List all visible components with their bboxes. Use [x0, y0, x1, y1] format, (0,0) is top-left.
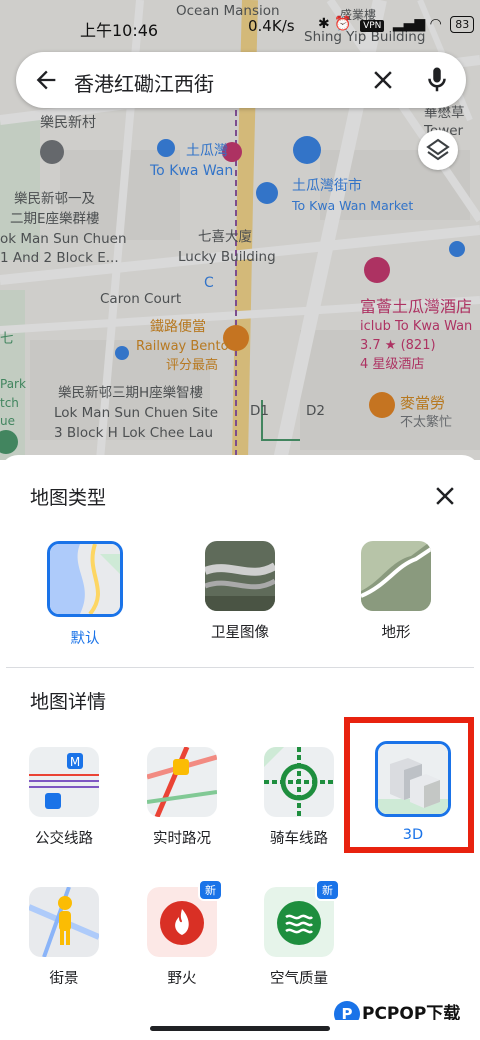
clear-icon[interactable] — [368, 65, 398, 95]
detail-traffic[interactable]: 实时路况 — [142, 747, 222, 848]
home-indicator[interactable] — [150, 1026, 330, 1031]
detail-street-view[interactable]: 街景 — [24, 887, 104, 988]
terrain-map-thumbnail — [361, 541, 431, 611]
detail-label: 公交线路 — [35, 831, 93, 847]
back-arrow-icon[interactable] — [32, 66, 60, 94]
detail-label: 野火 — [167, 971, 197, 987]
section-divider — [6, 667, 474, 668]
svg-text:M: M — [70, 755, 80, 769]
map-type-default[interactable]: 默认 — [45, 541, 125, 648]
layers-button[interactable] — [418, 130, 458, 170]
detail-label: 空气质量 — [270, 971, 328, 987]
wifi-icon: ◠ — [429, 16, 442, 32]
navigation-bar — [0, 1020, 480, 1040]
traffic-thumbnail — [147, 747, 217, 817]
status-icons: ✱ ⏰ VPN ▂▄▆ ◠ 83 — [318, 16, 475, 33]
map-type-terrain[interactable]: 地形 — [356, 541, 436, 642]
signal-icon: ▂▄▆ — [392, 16, 426, 32]
wildfire-thumbnail: 新 — [147, 879, 223, 957]
detail-label: 街景 — [49, 971, 79, 987]
status-time: 上午10:46 — [80, 21, 159, 40]
status-bar: 上午10:46 0.4K/s ✱ ⏰ VPN ▂▄▆ ◠ 83 — [0, 0, 480, 52]
map-type-label: 默认 — [70, 631, 100, 647]
satellite-map-thumbnail — [205, 541, 275, 611]
microphone-icon[interactable] — [422, 65, 452, 95]
new-badge: 新 — [315, 879, 340, 901]
detail-biking[interactable]: 骑车线路 — [259, 747, 339, 848]
map-type-label: 地形 — [381, 625, 411, 641]
layers-icon — [426, 138, 450, 161]
search-bar[interactable]: 香港红磡江西街 — [16, 52, 466, 108]
detail-label: 骑车线路 — [270, 831, 328, 847]
alarm-icon: ⏰ — [334, 16, 352, 32]
battery-icon: 83 — [450, 16, 475, 33]
search-query[interactable]: 香港红磡江西街 — [74, 68, 214, 97]
biking-thumbnail — [264, 747, 334, 817]
status-net-speed: 0.4K/s — [248, 17, 295, 35]
close-icon[interactable] — [430, 481, 460, 511]
transit-thumbnail: M — [29, 747, 99, 817]
map-type-title: 地图类型 — [30, 487, 107, 509]
new-badge: 新 — [198, 879, 223, 901]
map-type-label: 卫星图像 — [211, 625, 269, 641]
default-map-thumbnail — [47, 541, 123, 617]
map-options-sheet: 地图类型 默认 卫星图像 地形 地图详情 M 公交线路 实时路况 骑车线路 3D… — [0, 455, 480, 1027]
air-quality-thumbnail: 新 — [264, 879, 340, 957]
map-details-title: 地图详情 — [30, 691, 107, 713]
vpn-icon: VPN — [360, 20, 385, 32]
map-type-satellite[interactable]: 卫星图像 — [200, 541, 280, 642]
detail-label: 实时路况 — [153, 831, 211, 847]
street-view-thumbnail — [29, 887, 99, 957]
highlight-annotation — [344, 717, 474, 853]
detail-wildfire[interactable]: 新 野火 — [142, 879, 223, 988]
detail-transit[interactable]: M 公交线路 — [24, 747, 104, 848]
bluetooth-icon: ✱ — [318, 16, 330, 32]
detail-air-quality[interactable]: 新 空气质量 — [259, 879, 340, 988]
